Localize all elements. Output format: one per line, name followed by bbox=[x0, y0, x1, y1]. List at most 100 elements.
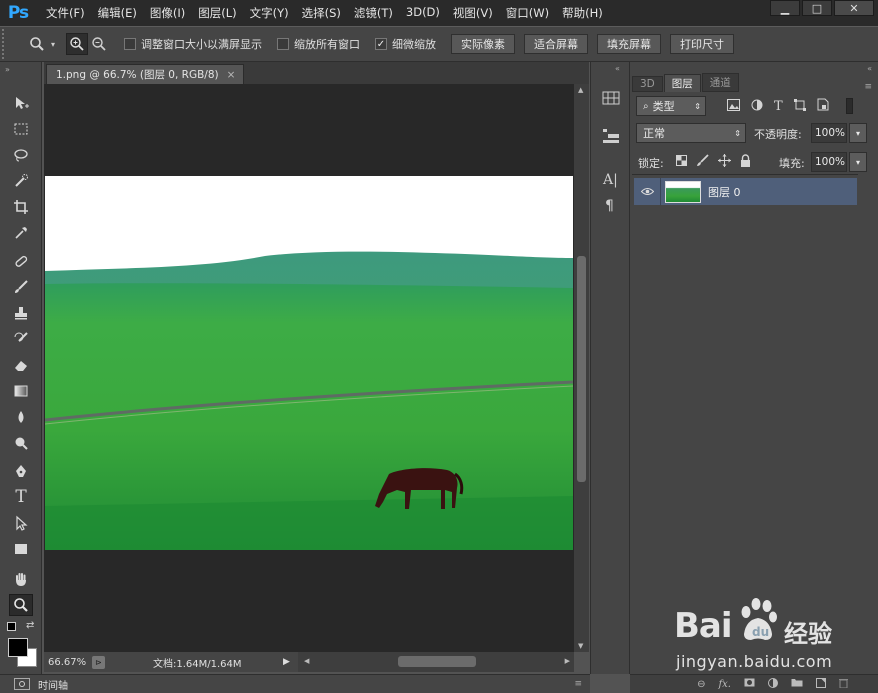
crop-tool-icon[interactable] bbox=[9, 196, 33, 218]
move-tool-icon[interactable] bbox=[9, 92, 33, 114]
brush-tool-icon[interactable] bbox=[9, 276, 33, 298]
character-panel-icon[interactable]: A| bbox=[603, 172, 618, 188]
histogram-panel-icon[interactable] bbox=[602, 90, 620, 109]
status-share-icon[interactable]: ⊳ bbox=[92, 655, 105, 669]
eraser-tool-icon[interactable] bbox=[9, 354, 33, 376]
close-icon[interactable]: × bbox=[227, 69, 236, 81]
type-tool-icon[interactable]: T bbox=[9, 486, 33, 508]
menu-view[interactable]: 视图(V) bbox=[453, 5, 493, 21]
status-menu-icon[interactable]: ▶ bbox=[283, 657, 290, 667]
menu-edit[interactable]: 编辑(E) bbox=[98, 5, 137, 21]
checkbox-box[interactable] bbox=[124, 38, 136, 50]
expand-icon[interactable]: « bbox=[615, 64, 620, 73]
zoom-level[interactable]: 66.67% bbox=[44, 657, 92, 668]
canvas-area[interactable] bbox=[44, 84, 574, 652]
checkbox-box[interactable] bbox=[277, 38, 289, 50]
lock-all-icon[interactable] bbox=[740, 154, 751, 170]
clone-stamp-tool-icon[interactable] bbox=[9, 302, 33, 324]
filter-toggle-switch[interactable] bbox=[845, 98, 853, 114]
zoom-preset-icon[interactable] bbox=[26, 36, 48, 52]
scroll-right-icon[interactable]: ▶ bbox=[565, 657, 570, 665]
vertical-scroll-thumb[interactable] bbox=[577, 256, 586, 482]
blur-tool-icon[interactable] bbox=[9, 406, 33, 428]
hand-tool-icon[interactable] bbox=[9, 568, 33, 590]
collapse-icon[interactable]: « bbox=[867, 64, 872, 73]
new-layer-icon[interactable] bbox=[816, 677, 826, 691]
actual-pixels-button[interactable]: 实际像素 bbox=[451, 34, 515, 54]
type-filter-icon[interactable]: T bbox=[774, 99, 783, 114]
history-brush-tool-icon[interactable] bbox=[9, 328, 33, 350]
layer-thumbnail[interactable] bbox=[665, 180, 701, 203]
blend-mode-dropdown[interactable]: 正常 ⇕ bbox=[636, 123, 746, 143]
menu-3d[interactable]: 3D(D) bbox=[406, 5, 440, 21]
trash-icon[interactable] bbox=[839, 678, 848, 691]
opacity-input[interactable]: 100% bbox=[811, 123, 847, 143]
pen-tool-icon[interactable] bbox=[9, 460, 33, 482]
layer-row[interactable]: 图层 0 bbox=[634, 178, 857, 205]
zoom-all-windows-checkbox[interactable]: 缩放所有窗口 bbox=[277, 36, 360, 52]
link-icon[interactable]: ⊖ bbox=[697, 679, 705, 690]
history-panel-icon[interactable] bbox=[602, 128, 620, 147]
lock-position-icon[interactable] bbox=[718, 154, 731, 170]
tab-3d[interactable]: 3D bbox=[632, 76, 663, 92]
eyedropper-tool-icon[interactable] bbox=[9, 222, 33, 244]
dodge-tool-icon[interactable] bbox=[9, 432, 33, 454]
collapse-icon[interactable]: » bbox=[5, 65, 10, 74]
document-tab[interactable]: 1.png @ 66.7% (图层 0, RGB/8) × bbox=[46, 64, 244, 84]
swap-colors-icon[interactable]: ⇄ bbox=[26, 620, 34, 631]
timeline-label[interactable]: 时间轴 bbox=[38, 677, 68, 692]
healing-brush-tool-icon[interactable] bbox=[9, 250, 33, 272]
rectangle-tool-icon[interactable] bbox=[9, 538, 33, 560]
close-button[interactable]: ✕ bbox=[834, 0, 874, 16]
print-size-button[interactable]: 打印尺寸 bbox=[670, 34, 734, 54]
adjustment-filter-icon[interactable] bbox=[751, 99, 763, 114]
fx-icon[interactable]: fx. bbox=[718, 679, 731, 690]
timeline-menu-icon[interactable]: ≡ bbox=[574, 679, 582, 689]
options-grip[interactable] bbox=[2, 29, 14, 59]
folder-icon[interactable] bbox=[791, 678, 803, 690]
marquee-tool-icon[interactable] bbox=[9, 118, 33, 140]
foreground-color-swatch[interactable] bbox=[8, 638, 28, 657]
menu-help[interactable]: 帮助(H) bbox=[562, 5, 603, 21]
menu-file[interactable]: 文件(F) bbox=[46, 5, 85, 21]
timeline-icon[interactable] bbox=[14, 678, 30, 690]
menu-select[interactable]: 选择(S) bbox=[302, 5, 341, 21]
path-select-tool-icon[interactable] bbox=[9, 512, 33, 534]
gradient-tool-icon[interactable] bbox=[9, 380, 33, 402]
opacity-dropdown-icon[interactable]: ▾ bbox=[849, 123, 867, 143]
lock-transparent-icon[interactable] bbox=[676, 155, 687, 169]
fit-screen-button[interactable]: 适合屏幕 bbox=[524, 34, 588, 54]
zoom-tool-icon[interactable] bbox=[9, 594, 33, 616]
scroll-left-icon[interactable]: ◀ bbox=[304, 657, 309, 665]
menu-window[interactable]: 窗口(W) bbox=[506, 5, 549, 21]
smart-object-filter-icon[interactable] bbox=[817, 98, 829, 114]
fill-screen-button[interactable]: 填充屏幕 bbox=[597, 34, 661, 54]
quick-select-tool-icon[interactable] bbox=[9, 170, 33, 192]
zoom-in-icon[interactable] bbox=[66, 33, 88, 55]
shape-filter-icon[interactable] bbox=[793, 98, 806, 114]
resize-windows-checkbox[interactable]: 调整窗口大小以满屏显示 bbox=[124, 36, 262, 52]
horizontal-scrollbar[interactable]: ◀ ▶ bbox=[298, 652, 574, 672]
check-icon[interactable]: ✓ bbox=[375, 38, 387, 50]
tab-channels[interactable]: 通道 bbox=[701, 73, 739, 92]
pixel-filter-icon[interactable] bbox=[727, 98, 740, 114]
mask-icon[interactable] bbox=[744, 678, 755, 690]
lock-pixels-icon[interactable] bbox=[696, 154, 709, 170]
scrubby-zoom-checkbox[interactable]: ✓ 细微缩放 bbox=[375, 36, 436, 52]
paragraph-panel-icon[interactable]: ¶ bbox=[605, 198, 614, 214]
default-colors-icon[interactable] bbox=[7, 622, 16, 631]
eye-icon[interactable] bbox=[634, 187, 660, 196]
tab-layers[interactable]: 图层 bbox=[663, 74, 701, 92]
menu-type[interactable]: 文字(Y) bbox=[250, 5, 289, 21]
minimize-button[interactable]: ▁ bbox=[770, 0, 800, 16]
panel-menu-icon[interactable]: ≡ bbox=[864, 82, 872, 92]
zoom-out-icon[interactable] bbox=[88, 33, 110, 55]
fill-dropdown-icon[interactable]: ▾ bbox=[849, 152, 867, 172]
scroll-down-icon[interactable]: ▼ bbox=[578, 642, 583, 650]
menu-layer[interactable]: 图层(L) bbox=[198, 5, 236, 21]
layer-name[interactable]: 图层 0 bbox=[708, 184, 741, 200]
horizontal-scroll-thumb[interactable] bbox=[398, 656, 476, 667]
fill-input[interactable]: 100% bbox=[811, 152, 847, 172]
filter-kind-dropdown[interactable]: ⌕ 类型 ⇕ bbox=[636, 96, 706, 116]
menu-filter[interactable]: 滤镜(T) bbox=[354, 5, 393, 21]
